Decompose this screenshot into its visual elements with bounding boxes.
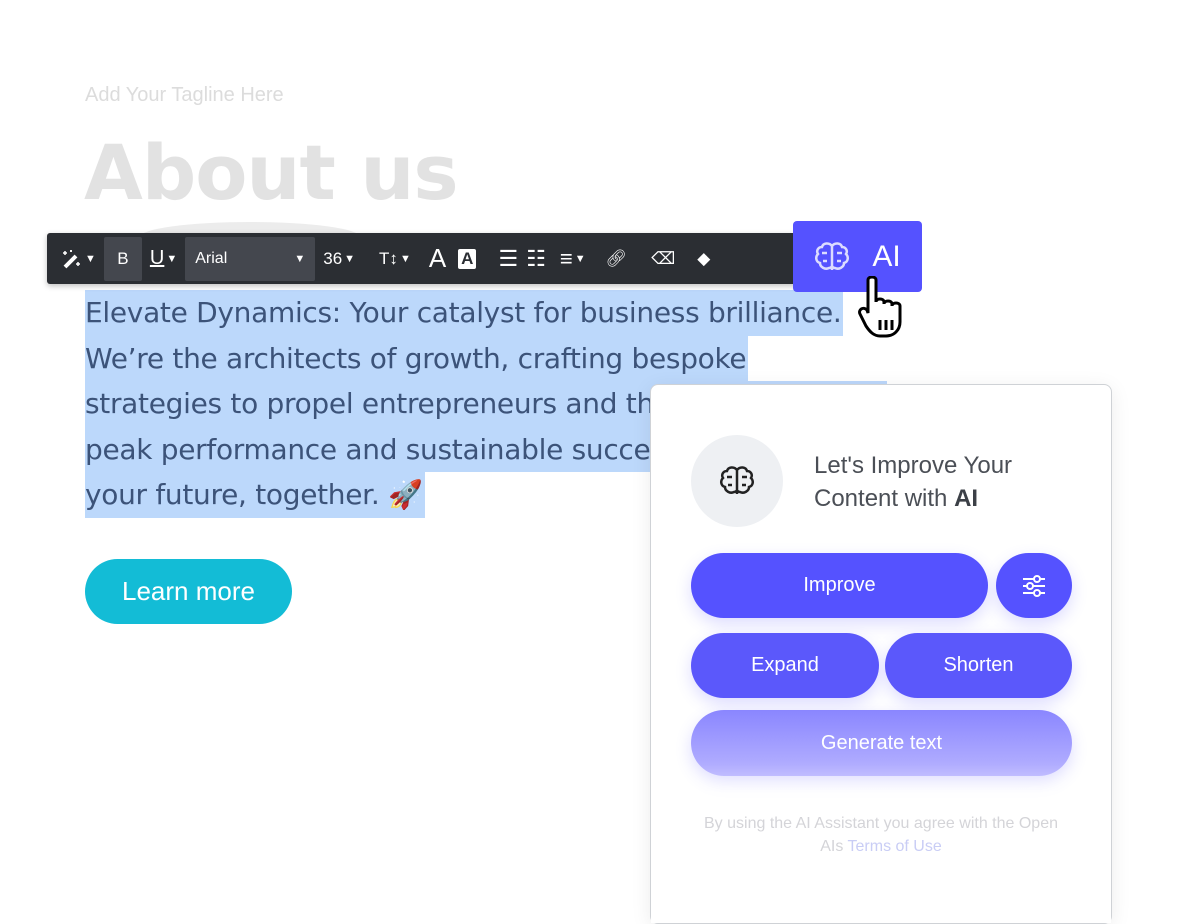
page-heading: About us xyxy=(84,128,459,217)
align-icon[interactable]: ≡ ▼ xyxy=(560,233,586,284)
shorten-button[interactable]: Shorten xyxy=(885,633,1072,698)
expand-button[interactable]: Expand xyxy=(691,633,879,698)
font-select[interactable]: Arial ▼ xyxy=(185,236,316,281)
ai-label: AI xyxy=(872,239,901,273)
text-color-icon[interactable]: A xyxy=(429,233,446,284)
magic-wand-icon[interactable]: ▼ xyxy=(61,233,96,284)
font-size-value: 36 xyxy=(323,248,343,268)
terms-notice: By using the AI Assistant you agree with… xyxy=(704,815,1058,855)
bold-button[interactable]: B xyxy=(103,236,142,281)
hand-cursor-icon xyxy=(858,275,910,347)
font-value: Arial xyxy=(195,249,228,267)
tag-icon[interactable]: ◆ xyxy=(697,233,710,284)
numbered-list-icon[interactable]: ☷ xyxy=(526,233,546,284)
terms-of-use-link[interactable]: Terms of Use xyxy=(848,838,942,855)
brain-icon xyxy=(691,435,783,527)
underline-button[interactable]: U ▼ xyxy=(150,233,177,284)
text-height-icon[interactable]: T↕ ▼ xyxy=(379,233,411,284)
text-line: your future, together. 🚀 xyxy=(85,472,425,518)
tagline: Add Your Tagline Here xyxy=(85,84,284,106)
settings-sliders-button[interactable] xyxy=(996,553,1072,618)
panel-title: Let's Improve Your Content with AI xyxy=(814,452,1013,512)
font-size-select[interactable]: 36 ▼ xyxy=(323,233,355,284)
text-toolbar: ▼ B U ▼ Arial ▼ 36 ▼ T↕ ▼ A A ☰ ☷ ≡ ▼ 🔗︎ ⌫ ◆ xyxy=(47,233,907,284)
bullet-list-icon[interactable]: ☰ xyxy=(498,233,518,284)
text-line: We’re the architects of growth, crafting… xyxy=(85,335,749,381)
underline-icon: U xyxy=(149,247,165,269)
link-icon[interactable]: 🔗︎ xyxy=(606,233,628,284)
learn-more-button[interactable]: Learn more xyxy=(85,559,292,624)
text-highlight-icon[interactable]: A xyxy=(458,233,477,284)
sliders-icon xyxy=(1023,574,1045,597)
ai-assistant-panel: Let's Improve Your Content with AI Improv… xyxy=(650,384,1112,924)
generate-text-button[interactable]: Generate text xyxy=(691,710,1072,776)
text-line: Elevate Dynamics: Your catalyst for busi… xyxy=(85,290,844,336)
improve-button[interactable]: Improve xyxy=(691,553,988,618)
chevron-down-icon: ▼ xyxy=(294,252,306,265)
eraser-icon[interactable]: ⌫ xyxy=(651,233,675,284)
brain-icon xyxy=(815,241,850,270)
